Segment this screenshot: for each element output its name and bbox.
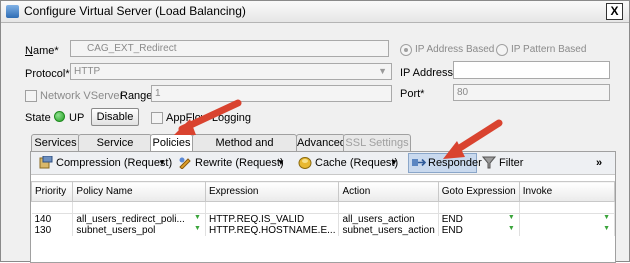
goto-expression-cell[interactable]: END ▼: [438, 213, 520, 225]
filter-button[interactable]: Filter: [499, 155, 523, 171]
expression-cell[interactable]: HTTP.REQ.IS_VALID: [205, 213, 340, 225]
compression-dropdown-icon[interactable]: ▼: [158, 155, 166, 171]
column-header-priority[interactable]: Priority: [30, 181, 74, 202]
goto-expression-cell[interactable]: END ▼: [438, 225, 520, 236]
column-header-policy-name[interactable]: Policy Name: [72, 181, 206, 202]
policy-name-cell[interactable]: subnet_users_pol ▼: [72, 225, 206, 236]
appflow-logging-label: AppFlow Logging: [166, 112, 252, 124]
tab-service-groups[interactable]: Service Groups: [78, 134, 152, 165]
chevron-down-icon[interactable]: ▼: [194, 225, 201, 232]
cache-icon: [298, 157, 312, 169]
app-icon: [6, 5, 19, 18]
cache-menu[interactable]: Cache (Request): [315, 155, 398, 171]
expression-cell[interactable]: HTTP.REQ.HOSTNAME.E...: [205, 225, 340, 236]
chevron-down-icon[interactable]: ▼: [603, 225, 610, 232]
action-cell[interactable]: subnet_users_action: [338, 225, 439, 236]
column-header-action[interactable]: Action: [338, 181, 439, 202]
toolbar-more-button[interactable]: »: [596, 155, 602, 171]
invoke-cell[interactable]: ▼: [519, 213, 616, 225]
tab-method-and-persistence[interactable]: Method and Persistence: [192, 134, 297, 165]
port-label: Port*: [400, 88, 425, 100]
chevron-down-icon[interactable]: ▼: [603, 214, 610, 221]
close-button[interactable]: X: [606, 3, 623, 20]
network-vserver-checkbox[interactable]: [25, 90, 37, 102]
table-header-row: Priority Policy Name Expression Action G…: [30, 181, 616, 202]
ip-address-input[interactable]: [453, 61, 610, 79]
name-field[interactable]: CAG_EXT_Redirect: [70, 40, 389, 57]
filter-icon: [482, 156, 496, 169]
ip-address-label: IP Address*: [400, 67, 458, 79]
policy-toolbar: Compression (Request) ▼ Rewrite (Request…: [31, 152, 615, 175]
column-header-expression[interactable]: Expression: [204, 181, 340, 202]
rewrite-dropdown-icon[interactable]: ▼: [277, 155, 285, 171]
disable-button[interactable]: Disable: [91, 108, 139, 126]
chevron-down-icon[interactable]: ▼: [508, 225, 515, 232]
responder-icon: [412, 158, 426, 167]
range-label: Range: [120, 90, 153, 102]
rewrite-icon: [179, 157, 191, 169]
protocol-select[interactable]: HTTP ▼: [70, 63, 392, 80]
column-header-goto-expression[interactable]: Goto Expression: [437, 181, 520, 202]
policy-name-cell[interactable]: all_users_redirect_poli... ▼: [72, 213, 206, 225]
table-empty-row: [31, 201, 616, 214]
ip-address-based-label: IP Address Based: [415, 44, 495, 55]
tab-advanced[interactable]: Advanced: [296, 134, 346, 151]
table-row[interactable]: 140 all_users_redirect_poli... ▼ HTTP.REQ…: [31, 213, 616, 225]
configure-virtual-server-window: Configure Virtual Server (Load Balancing…: [0, 0, 630, 263]
chevron-down-icon[interactable]: ▼: [194, 214, 201, 221]
ip-pattern-based-radio[interactable]: [496, 44, 508, 56]
priority-cell[interactable]: 130: [31, 225, 74, 236]
appflow-logging-checkbox[interactable]: [151, 112, 163, 124]
priority-cell[interactable]: 140: [31, 213, 74, 225]
chevron-down-icon[interactable]: ▼: [508, 214, 515, 221]
state-label: State: [25, 112, 51, 124]
tab-policies[interactable]: Policies: [150, 134, 193, 152]
network-vserver-label: Network VServer: [40, 90, 124, 102]
ip-pattern-based-label: IP Pattern Based: [511, 44, 587, 55]
window-title: Configure Virtual Server (Load Balancing…: [24, 4, 246, 18]
chevron-down-icon: ▼: [378, 66, 387, 76]
compression-icon: [39, 156, 53, 169]
port-input[interactable]: 80: [453, 84, 610, 101]
column-header-invoke[interactable]: Invoke: [518, 181, 616, 202]
state-value: UP: [69, 112, 85, 124]
tab-services[interactable]: Services: [31, 134, 80, 151]
protocol-label: Protocol*: [25, 68, 70, 80]
policy-table: Priority Policy Name Expression Action G…: [30, 181, 616, 236]
tab-ssl-settings[interactable]: SSL Settings: [343, 134, 411, 151]
rewrite-menu[interactable]: Rewrite (Request): [195, 155, 284, 171]
action-cell[interactable]: all_users_action: [338, 213, 439, 225]
compression-menu[interactable]: Compression (Request): [56, 155, 172, 171]
policies-panel: Compression (Request) ▼ Rewrite (Request…: [30, 151, 616, 263]
invoke-cell[interactable]: ▼: [519, 225, 616, 236]
range-input[interactable]: 1: [151, 85, 392, 102]
status-up-icon: [54, 111, 65, 122]
ip-address-based-radio[interactable]: [400, 44, 412, 56]
title-bar: Configure Virtual Server (Load Balancing…: [1, 1, 629, 23]
name-label: Name*: [25, 45, 59, 57]
cache-dropdown-icon[interactable]: ▼: [390, 155, 398, 171]
table-row[interactable]: 130 subnet_users_pol ▼ HTTP.REQ.HOSTNAME.…: [31, 225, 616, 236]
responder-button[interactable]: Responder: [428, 155, 482, 171]
